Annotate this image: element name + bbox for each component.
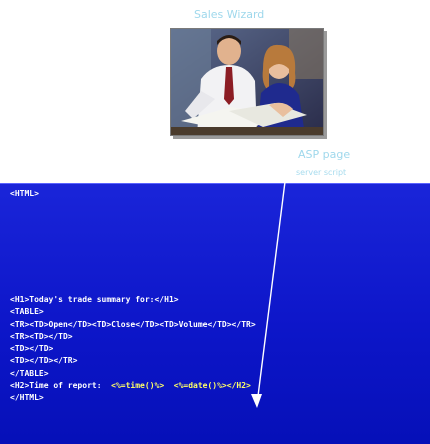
caption-server-script: server script xyxy=(296,168,347,177)
office-photo xyxy=(170,28,324,136)
caption-title: Sales Wizard xyxy=(194,8,265,21)
code-line: <TR><TD>Open</TD><TD>Close</TD><TD>Volum… xyxy=(10,319,256,329)
code-close-html: </HTML> xyxy=(10,393,44,403)
code-line: <TD></TD> xyxy=(10,344,54,354)
code-line: <TD></TD></TR> xyxy=(10,356,78,366)
html-code-panel: <HTML> <H1>Today's trade summary for:</H… xyxy=(0,183,430,444)
code-open-html: <HTML> xyxy=(10,189,39,198)
code-block: <H1>Today's trade summary for:</H1> <TAB… xyxy=(10,294,256,405)
two-people-at-desk-photo xyxy=(171,29,323,135)
code-line: </TABLE> xyxy=(10,368,49,378)
code-line: <TR><TD></TD> xyxy=(10,331,73,341)
code-line: <H1>Today's trade summary for:</H1> xyxy=(10,295,179,304)
caption-asp-page: ASP page xyxy=(298,148,351,161)
code-report-prefix: <H2>Time of report: xyxy=(10,381,112,391)
code-line: <TABLE> xyxy=(10,307,44,317)
code-server-script: <%=time()%> <%=date()%></H2> xyxy=(111,381,251,391)
